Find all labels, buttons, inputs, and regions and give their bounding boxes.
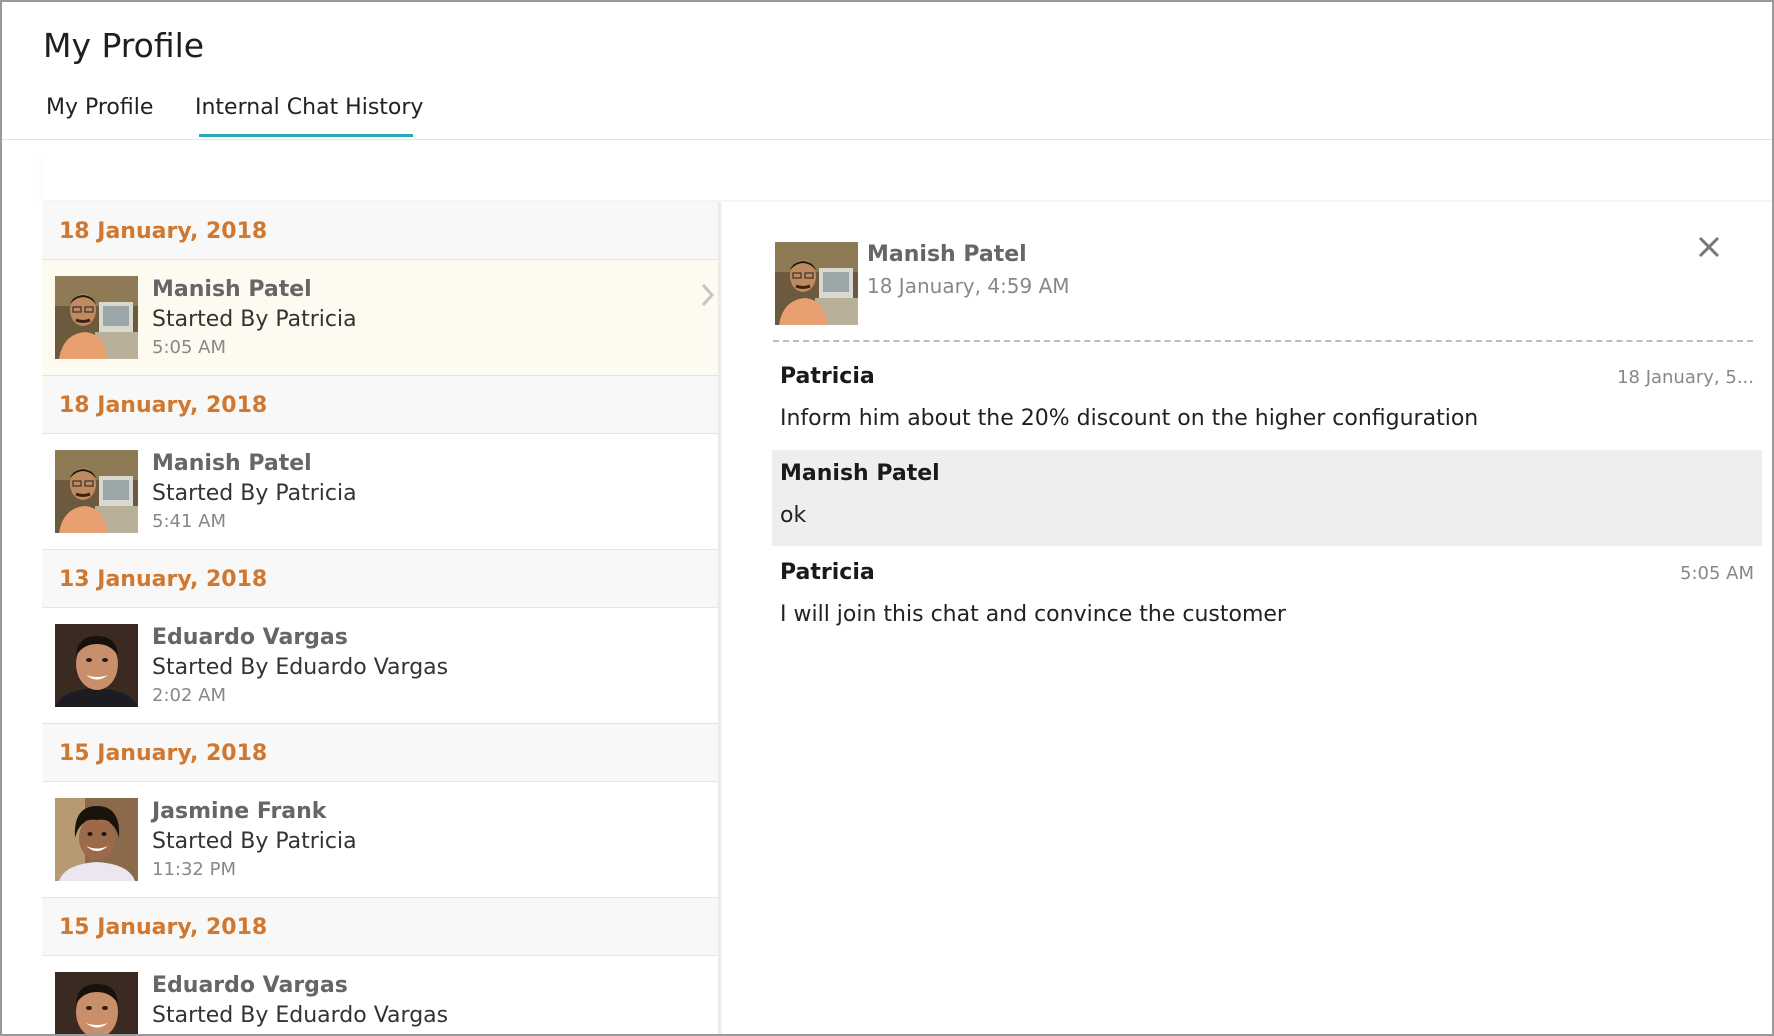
divider (773, 340, 1753, 342)
tab-internal-chat-history[interactable]: Internal Chat History (195, 95, 423, 120)
close-icon[interactable] (1694, 232, 1724, 262)
item-started-by: Started By Patricia (152, 307, 357, 332)
active-tab-indicator (199, 134, 413, 137)
date-header: 13 January, 2018 (42, 550, 718, 608)
item-started-by: Started By Patricia (152, 481, 357, 506)
tab-my-profile[interactable]: My Profile (46, 95, 153, 120)
item-name: Manish Patel (152, 277, 312, 302)
message-text: I will join this chat and convince the c… (780, 602, 1286, 627)
item-started-by: Started By Eduardo Vargas (152, 1003, 449, 1028)
item-started-by: Started By Eduardo Vargas (152, 655, 449, 680)
chat-detail-panel: Manish Patel 18 January, 4:59 AM Patrici… (722, 202, 1772, 1034)
history-item[interactable]: Jasmine Frank Started By Patricia 11:32 … (42, 782, 718, 898)
eduardo-avatar (55, 624, 138, 707)
chat-history-list[interactable]: 18 January, 2018 Manish Patel Started By… (42, 202, 718, 1034)
history-item[interactable]: Eduardo Vargas Started By Eduardo Vargas… (42, 608, 718, 724)
message-time: 5:05 AM (1680, 563, 1754, 584)
manish-avatar (775, 242, 858, 325)
item-started-by: Started By Patricia (152, 829, 357, 854)
manish-avatar (55, 450, 138, 533)
message-text: ok (780, 503, 807, 528)
history-item[interactable]: Manish Patel Started By Patricia 5:41 AM (42, 434, 718, 550)
item-time: 11:32 PM (152, 859, 236, 880)
detail-contact-name: Manish Patel (867, 242, 1027, 267)
item-name: Jasmine Frank (152, 799, 327, 824)
tab-bar: My Profile Internal Chat History (2, 90, 1772, 140)
message-time: 18 January, 5... (1617, 367, 1754, 388)
toolbar-band (42, 148, 1772, 200)
chat-message: Manish Patel ok (772, 450, 1762, 546)
manish-avatar (55, 276, 138, 359)
chat-message: Patricia 18 January, 5... Inform him abo… (772, 350, 1762, 446)
detail-chat-date: 18 January, 4:59 AM (867, 274, 1070, 298)
history-item[interactable]: Manish Patel Started By Patricia 5:05 AM (42, 260, 718, 376)
history-item[interactable]: Eduardo Vargas Started By Eduardo Vargas (42, 956, 718, 1034)
date-header: 18 January, 2018 (42, 202, 718, 260)
chat-message: Patricia 5:05 AM I will join this chat a… (772, 550, 1762, 646)
message-sender: Manish Patel (780, 461, 940, 486)
jasmine-avatar (55, 798, 138, 881)
app-window: My Profile My Profile Internal Chat Hist… (0, 0, 1774, 1036)
message-sender: Patricia (780, 560, 875, 585)
item-time: 5:05 AM (152, 337, 226, 358)
item-time: 5:41 AM (152, 511, 226, 532)
date-header: 15 January, 2018 (42, 898, 718, 956)
message-text: Inform him about the 20% discount on the… (780, 406, 1479, 431)
page-title: My Profile (43, 26, 205, 65)
item-name: Eduardo Vargas (152, 625, 348, 650)
eduardo-avatar (55, 972, 138, 1034)
message-sender: Patricia (780, 364, 875, 389)
item-time: 2:02 AM (152, 685, 226, 706)
chevron-right-icon (701, 283, 715, 307)
date-header: 18 January, 2018 (42, 376, 718, 434)
date-header: 15 January, 2018 (42, 724, 718, 782)
item-name: Eduardo Vargas (152, 973, 348, 998)
item-name: Manish Patel (152, 451, 312, 476)
